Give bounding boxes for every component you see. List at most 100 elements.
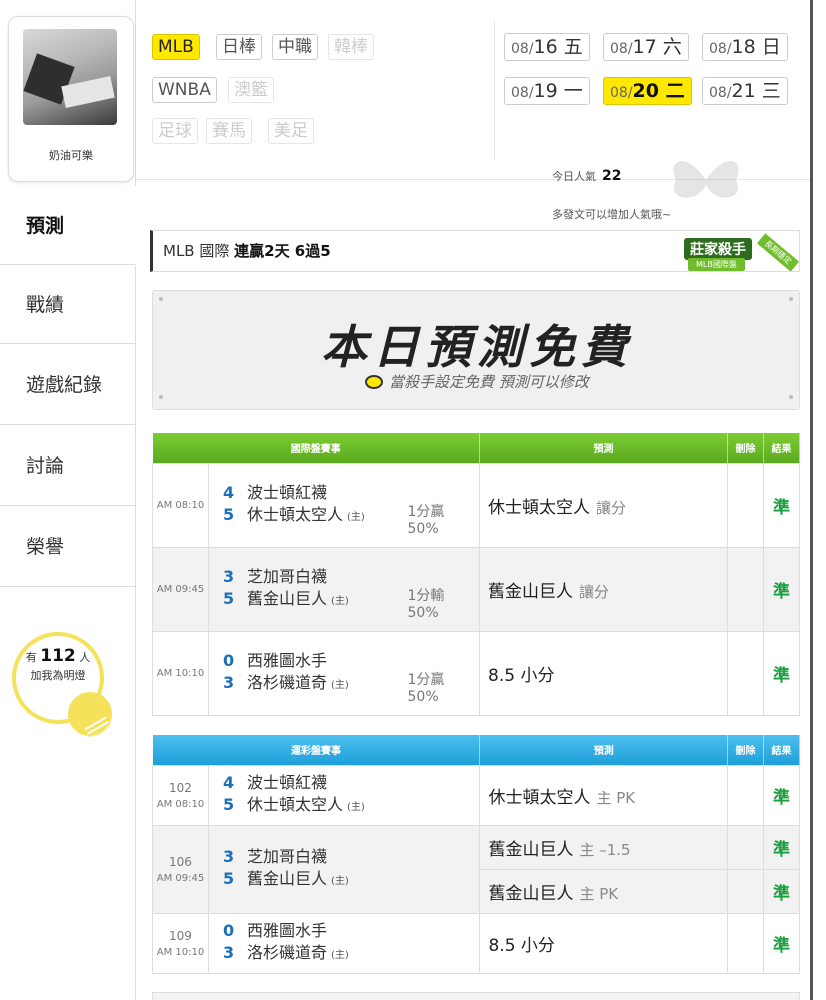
game-time: AM 08:10 xyxy=(152,462,209,548)
delete-cell xyxy=(727,912,764,974)
pick-team: 舊金山巨人 xyxy=(488,581,573,602)
date-0817[interactable]: 08/17 六 xyxy=(603,33,689,61)
away-team: 西雅圖水手 xyxy=(247,650,328,670)
intl-header-result: 結果 xyxy=(763,433,800,463)
league-soccer: 足球 xyxy=(152,118,198,144)
league-cpbl[interactable]: 中職 xyxy=(272,34,318,60)
league-mlb[interactable]: MLB xyxy=(152,34,200,60)
nav-item-record[interactable]: 戰績 xyxy=(0,264,136,344)
nav-item-discussion[interactable]: 討論 xyxy=(0,426,136,506)
result-badge: 準 xyxy=(762,912,801,974)
pick-type: 主 PK xyxy=(579,884,619,903)
game-time: AM 08:10 xyxy=(156,798,205,810)
line-result: 1分贏 50% xyxy=(399,630,480,716)
line: 1分輸 xyxy=(407,588,445,604)
pick: 舊金山巨人主 –1.5 xyxy=(479,824,729,870)
fan-suffix: 人 xyxy=(79,651,91,664)
home-score: 5 xyxy=(223,588,235,608)
fan-prefix: 有 xyxy=(25,651,37,664)
key-icon xyxy=(365,375,384,389)
league-npb[interactable]: 日棒 xyxy=(216,34,262,60)
date-day: 21 三 xyxy=(731,80,781,102)
date-md: 08/ xyxy=(511,85,534,101)
league-wnba[interactable]: WNBA xyxy=(152,77,217,103)
date-0821[interactable]: 08/21 三 xyxy=(702,77,788,105)
away-team: 波士頓紅襪 xyxy=(247,482,328,502)
nav-item-honors[interactable]: 榮譽 xyxy=(0,507,136,587)
matchup: 3 芝加哥白襪 5 舊金山巨人 (主) xyxy=(207,824,481,914)
delete-cell xyxy=(727,546,764,632)
line-result: 1分贏 50% xyxy=(399,462,480,548)
away-score: 4 xyxy=(222,772,235,792)
line-result: 1分輸 50% xyxy=(399,546,480,632)
fan-cta: 加我為明燈 xyxy=(30,669,86,682)
delete-cell xyxy=(727,462,764,548)
nav-item-game-log[interactable]: 遊戲紀錄 xyxy=(0,345,136,425)
popularity-value: 22 xyxy=(602,168,622,184)
sidebar: 奶油可樂 預測 戰績 遊戲紀錄 討論 榮譽 有 112 人 加我為明燈 xyxy=(0,0,136,1000)
popularity-hint: 多發文可以增加人氣哦~ xyxy=(552,208,672,221)
date-0819[interactable]: 08/19 一 xyxy=(504,77,590,105)
pick: 8.5 小分 xyxy=(479,630,728,716)
profile-card[interactable]: 奶油可樂 xyxy=(8,16,134,182)
line: 1分贏 xyxy=(407,504,445,520)
intl-prediction-table: 國際盤賽事 預測 刪除 結果 AM 08:10 4 波士頓紅襪 5 休士頓太空人 (主… xyxy=(152,433,800,716)
league-kbo: 韓棒 xyxy=(328,34,374,60)
table-row: AM 10:10 0 西雅圖水手 3 洛杉磯道奇 (主) 1分贏 50% 8.5 小分 … xyxy=(152,630,800,716)
home-tag: (主) xyxy=(331,679,349,691)
date-day: 17 六 xyxy=(632,36,682,58)
table-row: 106 AM 09:45 3 芝加哥白襪 5 舊金山巨人 (主) 舊金山巨人主 –1.5… xyxy=(152,824,801,914)
date-md: 08/ xyxy=(610,85,633,101)
away-score: 3 xyxy=(222,846,235,866)
date-0816[interactable]: 08/16 五 xyxy=(504,33,590,61)
home-score: 5 xyxy=(223,504,235,524)
filter-panel: MLB 日棒 中職 韓棒 WNBA 澳籃 足球 賽馬 美足 08/16 五 08… xyxy=(136,0,810,221)
fan-count: 112 xyxy=(40,646,76,666)
line-pct: 50% xyxy=(407,521,439,537)
pick: 休士頓太空人主 PK xyxy=(479,764,729,826)
away-score: 4 xyxy=(223,482,235,502)
nav-item-predict[interactable]: 預測 xyxy=(0,186,136,266)
date-0820[interactable]: 08/20 二 xyxy=(603,77,692,105)
away-score: 0 xyxy=(222,920,235,940)
follow-lamp-button[interactable]: 有 112 人 加我為明燈 xyxy=(12,632,122,745)
matchup: 3 芝加哥白襪 5 舊金山巨人 (主) xyxy=(208,546,400,632)
date-0818[interactable]: 08/18 日 xyxy=(702,33,788,61)
free-prediction-banner: 本日預測免費 當殺手設定免費 預測可以修改 xyxy=(152,290,800,410)
date-day: 19 一 xyxy=(533,80,583,102)
corner-dot xyxy=(789,297,793,301)
line-pct: 50% xyxy=(407,689,439,705)
home-team: 洛杉磯道奇 xyxy=(247,672,328,692)
result-badge: 準 xyxy=(763,630,800,716)
home-score: 3 xyxy=(223,672,235,692)
result-badge: 準 xyxy=(762,868,801,914)
game-code: 102 xyxy=(169,780,192,795)
away-team: 芝加哥白襪 xyxy=(247,566,328,586)
intl-header-game: 國際盤賽事 xyxy=(152,433,480,463)
date-day: 16 五 xyxy=(533,36,583,58)
intl-header-delete: 刪除 xyxy=(727,433,764,463)
badge-main: 莊家殺手 xyxy=(684,238,752,260)
dealer-killer-badge: 莊家殺手 MLB國際盤 長期穩定 xyxy=(680,232,820,282)
line-pct: 50% xyxy=(407,605,439,621)
away-team: 波士頓紅襪 xyxy=(246,772,327,792)
avatar[interactable] xyxy=(23,29,117,125)
table-row: 109 AM 10:10 0 西雅圖水手 3 洛杉磯道奇 (主) 8.5 小分 準 xyxy=(152,912,801,974)
pick: 8.5 小分 xyxy=(479,912,729,974)
filter-divider xyxy=(494,20,495,160)
pick: 休士頓太空人 讓分 xyxy=(479,462,728,548)
intl-header-pick: 預測 xyxy=(479,433,728,463)
banner-sub-text: 當殺手設定免費 預測可以修改 xyxy=(389,373,589,391)
popularity: 今日人氣 22 xyxy=(552,168,621,184)
pick-team: 8.5 小分 xyxy=(488,935,555,956)
home-score: 5 xyxy=(222,794,235,814)
corner-dot xyxy=(159,297,163,301)
lottery-header-pick: 預測 xyxy=(479,735,729,765)
username[interactable]: 奶油可樂 xyxy=(9,147,133,163)
result-badge: 準 xyxy=(763,462,800,548)
pick-team: 休士頓太空人 xyxy=(488,497,590,518)
date-md: 08/ xyxy=(610,41,633,57)
matchup: 4 波士頓紅襪 5 休士頓太空人 (主) xyxy=(208,462,400,548)
home-team: 休士頓太空人 xyxy=(246,794,343,814)
delete-cell xyxy=(727,824,764,870)
